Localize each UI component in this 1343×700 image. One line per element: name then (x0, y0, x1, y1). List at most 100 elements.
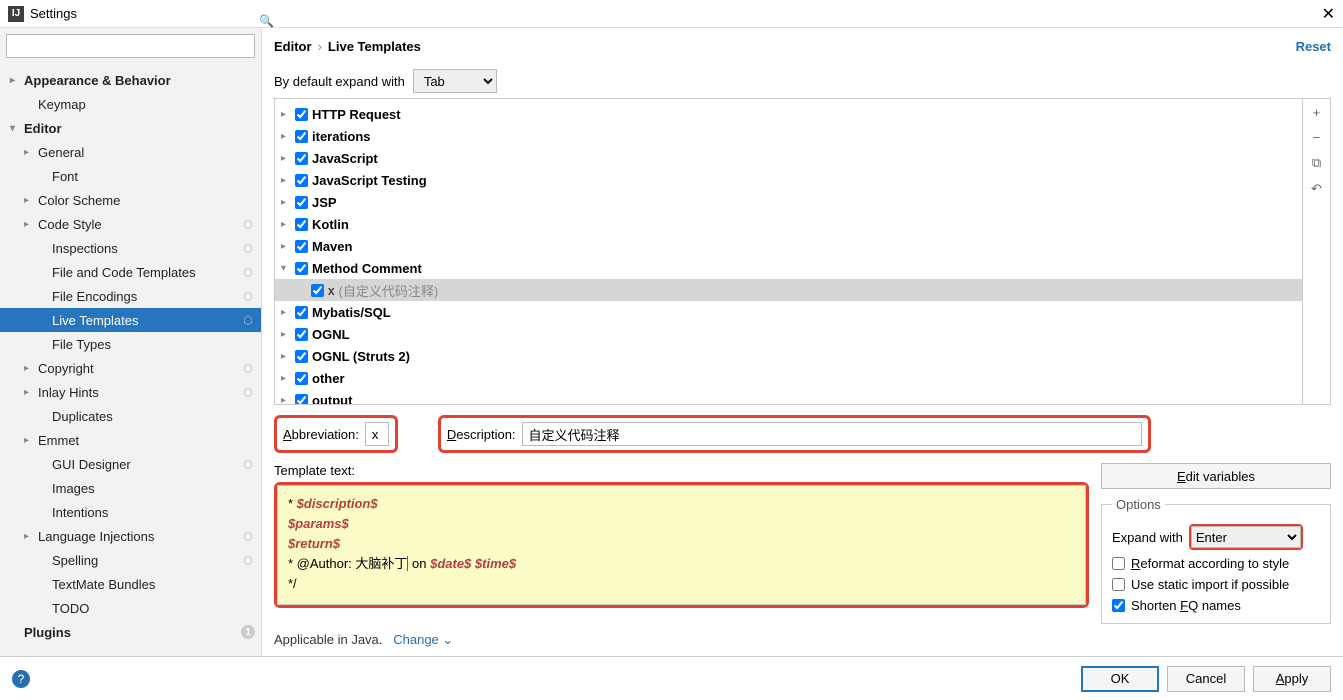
reformat-checkbox[interactable] (1112, 557, 1125, 570)
scope-icon: ⬡ (241, 457, 255, 471)
copy-icon[interactable]: ⧉ (1312, 155, 1321, 171)
sidebar-item-textmate-bundles[interactable]: TextMate Bundles (0, 572, 261, 596)
crumb-editor[interactable]: Editor (274, 39, 312, 54)
group-checkbox[interactable] (295, 394, 308, 405)
reset-link[interactable]: Reset (1296, 39, 1331, 54)
template-list[interactable]: ▸HTTP Request▸iterations▸JavaScript▸Java… (275, 99, 1302, 404)
template-text-editor[interactable]: * $discription$ $params$ $return$ * @Aut… (277, 485, 1086, 605)
item-checkbox[interactable] (311, 284, 324, 297)
template-group[interactable]: ▸iterations (275, 125, 1302, 147)
arrow-icon: ▾ (281, 263, 295, 274)
group-label: Method Comment (312, 261, 422, 276)
group-checkbox[interactable] (295, 152, 308, 165)
search-input[interactable] (6, 34, 255, 58)
template-group[interactable]: ▸ JSP (275, 191, 1302, 213)
template-group[interactable]: ▸Mybatis/SQL (275, 301, 1302, 323)
sidebar-item-live-templates[interactable]: Live Templates⬡ (0, 308, 261, 332)
shorten-fq-checkbox[interactable] (1112, 599, 1125, 612)
add-icon[interactable]: + (1313, 105, 1321, 120)
sidebar-item-label: Intentions (52, 505, 108, 520)
group-checkbox[interactable] (295, 130, 308, 143)
sidebar-item-label: Code Style (38, 217, 102, 232)
sidebar-item-duplicates[interactable]: Duplicates (0, 404, 261, 428)
arrow-icon: ▸ (281, 175, 295, 186)
sidebar-item-code-style[interactable]: ▸Code Style⬡ (0, 212, 261, 236)
group-checkbox[interactable] (295, 328, 308, 341)
group-checkbox[interactable] (295, 218, 308, 231)
sidebar-item-todo[interactable]: TODO (0, 596, 261, 620)
group-checkbox[interactable] (295, 306, 308, 319)
close-icon[interactable]: ✕ (1322, 4, 1335, 24)
group-checkbox[interactable] (295, 350, 308, 363)
sidebar-item-font[interactable]: Font (0, 164, 261, 188)
sidebar-item-copyright[interactable]: ▸Copyright⬡ (0, 356, 261, 380)
search-container: 🔍 (0, 28, 261, 64)
template-group[interactable]: ▸Kotlin (275, 213, 1302, 235)
group-label: JSP (312, 195, 337, 210)
sidebar-item-emmet[interactable]: ▸Emmet (0, 428, 261, 452)
sidebar-item-label: GUI Designer (52, 457, 131, 472)
sidebar-item-file-types[interactable]: File Types (0, 332, 261, 356)
ok-button[interactable]: OK (1081, 666, 1159, 692)
applicable-text: Applicable in Java. (274, 632, 382, 647)
edit-variables-button[interactable]: Edit variables (1101, 463, 1331, 489)
template-group[interactable]: ▸JavaScript Testing (275, 169, 1302, 191)
window-title: Settings (30, 6, 77, 21)
arrow-icon: ▸ (24, 195, 38, 206)
abbr-highlight: Abbreviation: (274, 415, 398, 453)
sidebar-item-language-injections[interactable]: ▸Language Injections⬡ (0, 524, 261, 548)
sidebar-item-general[interactable]: ▸General (0, 140, 261, 164)
template-group[interactable]: ▾ Method Comment (275, 257, 1302, 279)
group-checkbox[interactable] (295, 108, 308, 121)
sidebar-item-label: Emmet (38, 433, 79, 448)
arrow-icon: ▸ (281, 109, 295, 120)
scope-icon: ⬡ (241, 265, 255, 279)
apply-button[interactable]: Apply (1253, 666, 1331, 692)
group-checkbox[interactable] (295, 174, 308, 187)
arrow-icon: ▸ (24, 147, 38, 158)
template-group[interactable]: ▸HTTP Request (275, 103, 1302, 125)
static-import-checkbox[interactable] (1112, 578, 1125, 591)
abbreviation-input[interactable] (365, 422, 389, 446)
sidebar-item-inspections[interactable]: Inspections⬡ (0, 236, 261, 260)
sidebar-item-images[interactable]: Images (0, 476, 261, 500)
sidebar-item-intentions[interactable]: Intentions (0, 500, 261, 524)
help-icon[interactable]: ? (12, 670, 30, 688)
sidebar-item-appearance-behavior[interactable]: ▸Appearance & Behavior (0, 68, 261, 92)
template-group[interactable]: ▸OGNL (275, 323, 1302, 345)
sidebar-item-keymap[interactable]: Keymap (0, 92, 261, 116)
expand-with-select[interactable]: Enter (1191, 526, 1301, 548)
template-group[interactable]: ▸OGNL (Struts 2) (275, 345, 1302, 367)
arrow-icon: ▸ (281, 197, 295, 208)
revert-icon[interactable]: ↶ (1311, 181, 1322, 197)
group-label: OGNL (Struts 2) (312, 349, 410, 364)
sidebar-item-spelling[interactable]: Spelling⬡ (0, 548, 261, 572)
expand-select[interactable]: Tab (413, 69, 497, 93)
group-checkbox[interactable] (295, 262, 308, 275)
sidebar-item-file-encodings[interactable]: File Encodings⬡ (0, 284, 261, 308)
sidebar-item-editor[interactable]: ▾Editor (0, 116, 261, 140)
template-group[interactable]: ▸JavaScript (275, 147, 1302, 169)
group-checkbox[interactable] (295, 240, 308, 253)
arrow-icon: ▸ (281, 373, 295, 384)
description-input[interactable] (522, 422, 1142, 446)
arrow-icon: ▸ (281, 395, 295, 405)
sidebar-item-gui-designer[interactable]: GUI Designer ⬡ (0, 452, 261, 476)
sidebar-item-color-scheme[interactable]: ▸Color Scheme (0, 188, 261, 212)
group-checkbox[interactable] (295, 372, 308, 385)
change-link[interactable]: Change ⌄ (393, 632, 453, 647)
sidebar-item-plugins[interactable]: Plugins1 (0, 620, 261, 644)
remove-icon[interactable]: − (1313, 130, 1321, 145)
sidebar-item-label: File Types (52, 337, 111, 352)
template-group[interactable]: ▸other (275, 367, 1302, 389)
sidebar-item-file-and-code-templates[interactable]: File and Code Templates⬡ (0, 260, 261, 284)
cancel-button[interactable]: Cancel (1167, 666, 1245, 692)
titlebar: IJ Settings ✕ (0, 0, 1343, 28)
template-item[interactable]: x(自定义代码注释) (275, 279, 1302, 301)
template-group[interactable]: ▸Maven (275, 235, 1302, 257)
count-badge: 1 (241, 625, 255, 639)
sidebar-item-inlay-hints[interactable]: ▸Inlay Hints⬡ (0, 380, 261, 404)
side-tools: + − ⧉ ↶ (1302, 99, 1330, 404)
group-checkbox[interactable] (295, 196, 308, 209)
template-group[interactable]: ▸output (275, 389, 1302, 404)
